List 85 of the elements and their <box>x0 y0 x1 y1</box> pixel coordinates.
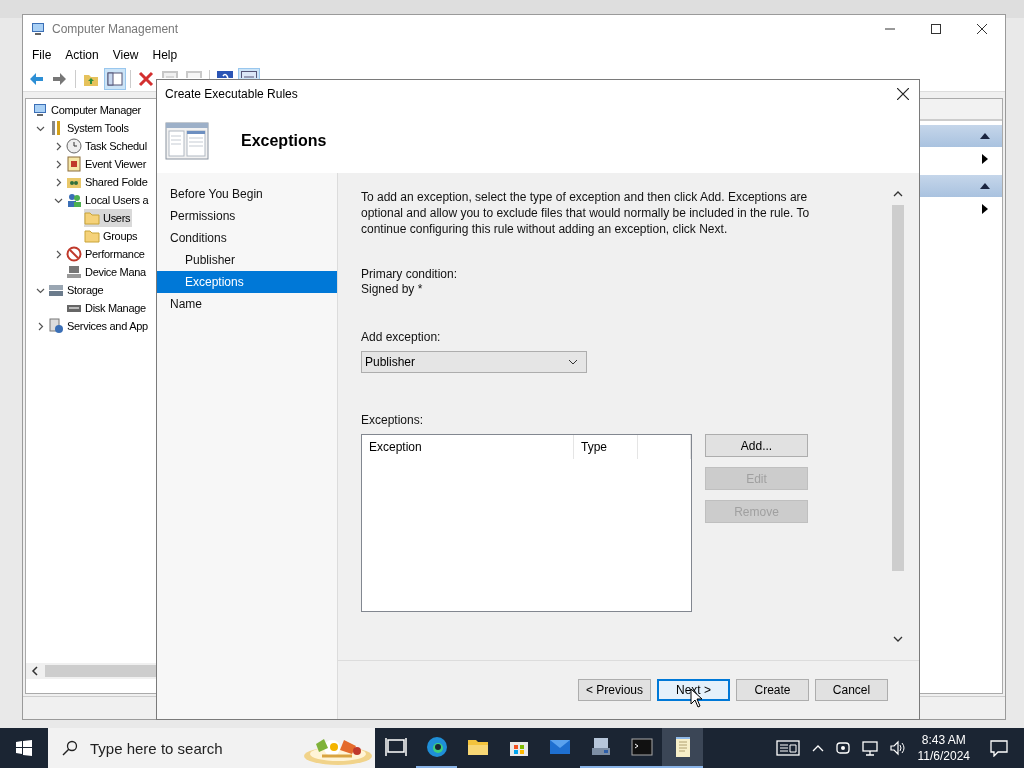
camera-icon[interactable] <box>835 740 850 756</box>
tree-item[interactable]: Storage <box>48 281 106 299</box>
notifications-icon[interactable] <box>990 739 1008 757</box>
wizard-button[interactable]: < Previous <box>578 679 651 701</box>
tree-item[interactable]: Local Users a <box>66 191 151 209</box>
scroll-down-icon[interactable] <box>892 636 903 642</box>
column-header[interactable]: Exception <box>362 435 574 459</box>
close-icon <box>977 24 987 34</box>
network-icon[interactable] <box>861 740 878 756</box>
maximize-icon <box>931 24 941 34</box>
toolbar-button[interactable] <box>104 68 126 90</box>
page-heading: Exceptions <box>241 131 327 150</box>
instructions-text: To add an exception, select the type of exception and then click Add. Exceptions are optional and allow you to exclude files that would normally be included in the rule. To continue configuring this rule without adding an exception, click Next. <box>361 189 811 237</box>
dialog-title: Create Executable Rules <box>165 87 298 101</box>
search-icon <box>62 740 78 756</box>
wizard-button[interactable]: Cancel <box>815 679 888 701</box>
wizard-step[interactable]: Exceptions <box>157 271 337 293</box>
column-header[interactable]: Type <box>574 435 638 459</box>
tree-item[interactable]: Disk Manage <box>66 299 148 317</box>
windows-logo-icon <box>16 740 32 756</box>
wizard-button[interactable]: Next > <box>657 679 730 701</box>
help-icon <box>217 71 233 78</box>
clock-date: 11/6/2024 <box>917 748 970 764</box>
scroll-left-icon[interactable] <box>31 666 39 676</box>
log-icon <box>66 156 82 172</box>
submenu-arrow-icon <box>982 154 988 164</box>
clock-time: 8:43 AM <box>921 732 966 748</box>
news-icon[interactable] <box>775 739 800 757</box>
collapse-up-icon[interactable] <box>980 133 990 139</box>
folder-icon <box>84 210 100 226</box>
computer-icon <box>32 102 48 118</box>
close-icon <box>897 88 909 100</box>
computer-icon <box>30 21 46 37</box>
search-input[interactable]: Type here to search <box>88 738 292 758</box>
collapse-up-icon[interactable] <box>980 183 990 189</box>
delete-icon <box>138 71 154 87</box>
wizard-step[interactable]: Permissions <box>157 205 337 227</box>
terminal-icon <box>629 735 654 759</box>
tree-item[interactable]: Shared Folde <box>66 173 150 191</box>
clock-icon <box>66 138 82 154</box>
wizard-step[interactable]: Before You Begin <box>157 183 337 205</box>
exception-type-dropdown[interactable]: Publisher <box>361 351 587 373</box>
menu-item[interactable]: View <box>105 48 146 62</box>
menu-item[interactable]: Help <box>145 48 185 62</box>
window-title: Computer Management <box>52 22 179 36</box>
users-icon <box>66 192 82 208</box>
wizard-button[interactable]: Create <box>736 679 809 701</box>
scroll-thumb[interactable] <box>891 205 904 571</box>
action-button[interactable]: Add... <box>705 434 808 457</box>
condition-value: Signed by * <box>361 282 424 297</box>
tree-item[interactable]: Users <box>84 209 133 227</box>
wizard-step[interactable]: Name <box>157 293 337 315</box>
field-label: Exceptions: <box>361 413 425 428</box>
console-tree-icon <box>107 71 123 87</box>
browser-icon <box>424 735 449 759</box>
tree-item[interactable]: Groups <box>84 227 140 245</box>
menu-item[interactable]: File <box>25 48 59 62</box>
no-entry-icon <box>66 246 82 262</box>
wizard-step[interactable]: Publisher <box>157 249 337 271</box>
device-icon <box>66 264 82 280</box>
tree-item[interactable]: Device Mana <box>66 263 148 281</box>
wizard-step[interactable]: Conditions <box>157 227 337 249</box>
search-field[interactable]: Type here to search <box>48 728 375 768</box>
tree-item[interactable]: Task Schedul <box>66 137 149 155</box>
task-view-icon <box>383 735 408 759</box>
storage-icon <box>48 282 64 298</box>
exceptions-list[interactable]: Exception Type <box>361 434 692 612</box>
field-label: Add exception: <box>361 330 442 345</box>
forward-arrow-icon <box>52 71 68 87</box>
tree-item[interactable]: System Tools <box>48 119 131 137</box>
menu-item[interactable]: Action <box>58 48 106 62</box>
chevron-up-icon[interactable] <box>811 744 824 752</box>
field-label: Primary condition: <box>361 267 459 282</box>
clock[interactable]: 8:43 AM 11/6/2024 <box>917 732 970 764</box>
tree-item[interactable]: Services and App <box>48 317 150 335</box>
taskbar-app[interactable] <box>662 728 703 768</box>
services-icon <box>48 318 64 334</box>
tree-item[interactable]: Computer Manager <box>26 101 160 119</box>
back-arrow-icon <box>28 71 44 87</box>
volume-icon[interactable] <box>889 740 906 756</box>
window-list-icon <box>165 121 209 160</box>
scroll-up-icon[interactable] <box>892 191 903 197</box>
tree-item[interactable]: Performance <box>66 245 147 263</box>
tree-item[interactable]: Event Viewer <box>66 155 148 173</box>
submenu-arrow-icon <box>982 204 988 214</box>
